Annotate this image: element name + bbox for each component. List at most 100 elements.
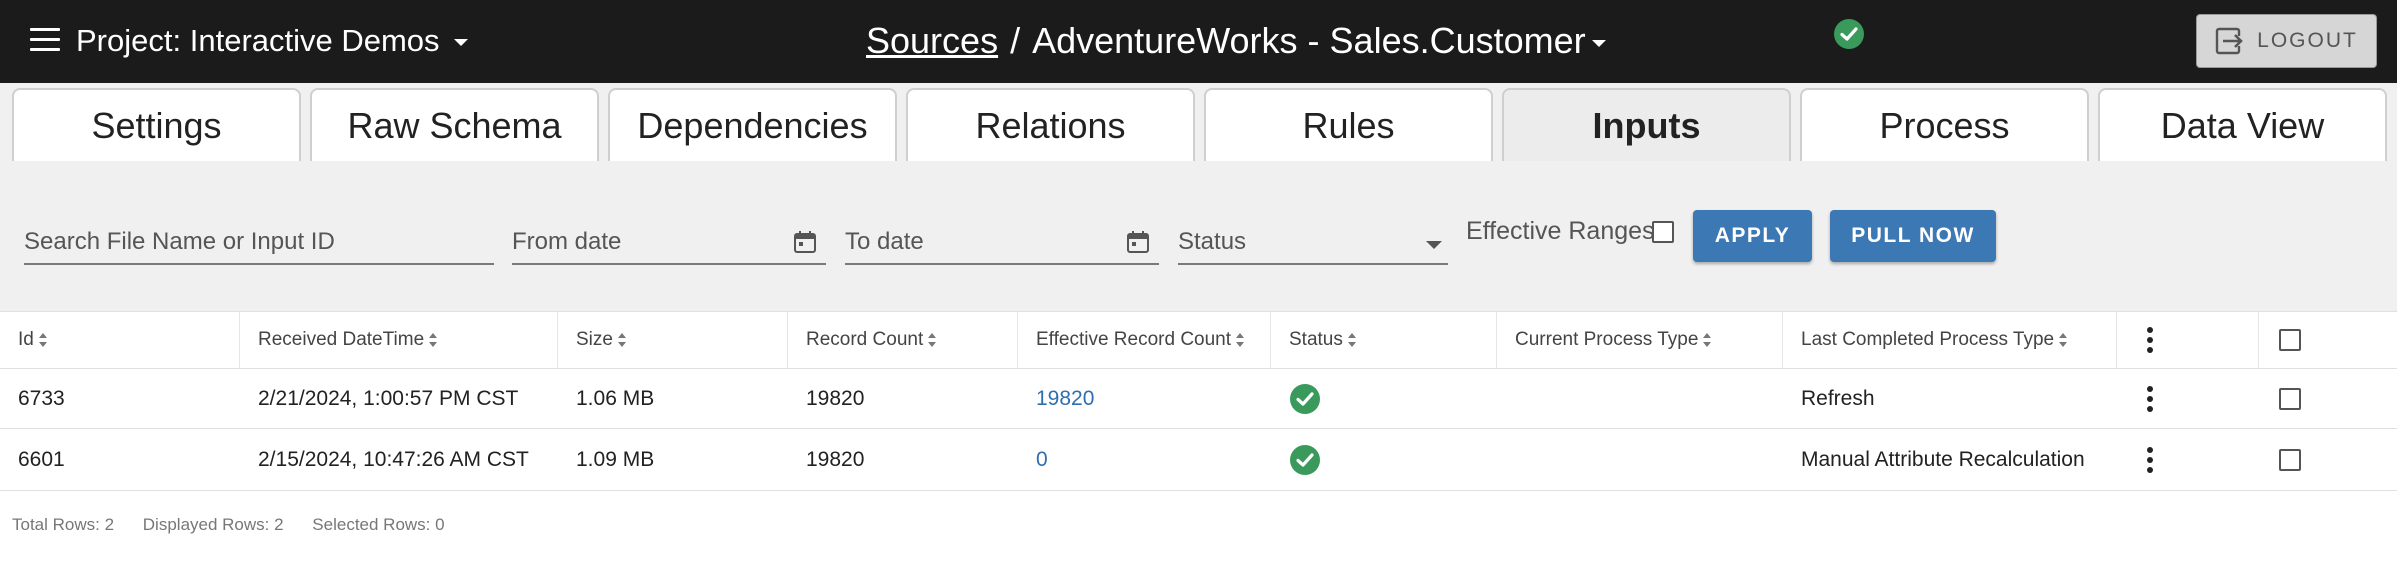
more-vert-icon[interactable] (2147, 385, 2153, 412)
hamburger-menu-icon[interactable] (30, 28, 60, 54)
effective-ranges-label: Effective Ranges (1466, 217, 1655, 245)
table-header-row: Id Received DateTime Size Record Count E… (0, 311, 2397, 369)
row-select (2259, 429, 2301, 490)
cell-received: 2/21/2024, 1:00:57 PM CST (258, 386, 519, 410)
displayed-rows: Displayed Rows: 2 (142, 515, 284, 534)
tab-inputs[interactable]: Inputs (1502, 88, 1791, 161)
tab-raw-schema[interactable]: Raw Schema (310, 88, 599, 161)
cell-last-process-type: Manual Attribute Recalculation (1801, 447, 2085, 471)
row-menu (2117, 369, 2153, 428)
total-rows: Total Rows: 2 (12, 515, 115, 534)
sort-icon (1236, 333, 1245, 347)
cell-id: 6733 (18, 386, 65, 410)
apply-button[interactable]: APPLY (1693, 210, 1812, 262)
column-header-label: Size (576, 329, 613, 350)
column-header-record-count[interactable]: Record Count (788, 312, 1018, 368)
app-header: Project: Interactive Demos Sources / Adven… (0, 0, 2397, 83)
column-header-size[interactable]: Size (558, 312, 788, 368)
cell-current-process-type (1497, 429, 1515, 490)
cell-current-process-type (1497, 369, 1515, 428)
cell-effective-record-count-link[interactable]: 19820 (1018, 369, 1094, 428)
from-date-field[interactable]: From date (512, 221, 826, 265)
cell-size: 1.06 MB (576, 386, 655, 410)
table-footer: Total Rows: 2 Displayed Rows: 2 Selected… (12, 515, 469, 535)
sort-icon (2059, 333, 2068, 347)
check-circle-icon (1834, 19, 1864, 49)
chevron-down-icon (1591, 39, 1606, 47)
filter-bar: Search File Name or Input ID From date T… (0, 161, 2397, 311)
cell-id: 6601 (18, 447, 65, 471)
cell-record-count: 19820 (806, 386, 865, 410)
project-selector[interactable]: Project: Interactive Demos (76, 22, 469, 60)
dataset-selector[interactable]: AdventureWorks - Sales.Customer (1032, 20, 1606, 61)
table-row[interactable]: 6733 2/21/2024, 1:00:57 PM CST 1.06 MB 1… (0, 369, 2397, 429)
column-header-label: Last Completed Process Type (1801, 329, 2055, 350)
tab-data-view[interactable]: Data View (2098, 88, 2387, 161)
select-all-checkbox[interactable] (2279, 329, 2301, 351)
tab-settings[interactable]: Settings (12, 88, 301, 161)
check-circle-icon (1290, 444, 1320, 475)
check-circle-icon (1290, 383, 1320, 414)
breadcrumb-separator: / (1010, 20, 1021, 61)
breadcrumb-sources-link[interactable]: Sources (866, 20, 998, 61)
row-checkbox[interactable] (2279, 387, 2301, 410)
logout-label: LOGOUT (2257, 29, 2358, 52)
chevron-down-icon (454, 39, 469, 47)
more-vert-icon[interactable] (2147, 446, 2153, 473)
dataset-name: AdventureWorks - Sales.Customer (1032, 20, 1586, 61)
cell-status (1271, 429, 1321, 490)
tab-dependencies[interactable]: Dependencies (608, 88, 897, 161)
logout-icon (2215, 27, 2243, 55)
cell-size: 1.09 MB (576, 447, 655, 471)
column-header-label: Record Count (806, 329, 924, 350)
page-title: Sources / AdventureWorks - Sales.Customer (866, 20, 1606, 62)
table-row[interactable]: 6601 2/15/2024, 10:47:26 AM CST 1.09 MB … (0, 429, 2397, 491)
cell-record-count: 19820 (806, 447, 865, 471)
sort-icon (617, 333, 626, 347)
search-input[interactable]: Search File Name or Input ID (24, 221, 494, 265)
sort-icon (928, 333, 937, 347)
sort-icon (1703, 333, 1712, 347)
status-placeholder: Status (1178, 228, 1247, 255)
column-header-label: Effective Record Count (1036, 329, 1232, 350)
column-header-last-completed-process-type[interactable]: Last Completed Process Type (1783, 312, 2117, 368)
row-menu (2117, 429, 2153, 490)
tab-bar: Settings Raw Schema Dependencies Relatio… (0, 83, 2397, 161)
status-select[interactable]: Status (1178, 221, 1448, 265)
column-header-effective-record-count[interactable]: Effective Record Count (1018, 312, 1271, 368)
cell-last-process-type: Refresh (1801, 386, 1875, 410)
column-header-status[interactable]: Status (1271, 312, 1497, 368)
column-header-current-process-type[interactable]: Current Process Type (1497, 312, 1783, 368)
dropdown-arrow-icon (1426, 241, 1442, 249)
logout-button[interactable]: LOGOUT (2196, 14, 2377, 68)
cell-effective-record-count-link[interactable]: 0 (1018, 429, 1048, 490)
effective-ranges-checkbox[interactable] (1652, 221, 1674, 243)
sort-icon (38, 333, 47, 347)
column-header-label: Current Process Type (1515, 329, 1699, 350)
from-date-placeholder: From date (512, 228, 622, 255)
select-all-cell (2259, 312, 2397, 368)
column-header-label: Id (18, 329, 34, 350)
row-select (2259, 369, 2301, 428)
column-header-received[interactable]: Received DateTime (240, 312, 558, 368)
column-menu[interactable] (2117, 312, 2259, 368)
cell-received: 2/15/2024, 10:47:26 AM CST (258, 447, 529, 471)
tab-rules[interactable]: Rules (1204, 88, 1493, 161)
column-header-label: Received DateTime (258, 329, 425, 350)
column-header-label: Status (1289, 329, 1343, 350)
pull-now-button[interactable]: PULL NOW (1830, 210, 1996, 262)
search-placeholder: Search File Name or Input ID (24, 228, 335, 255)
sort-icon (429, 333, 438, 347)
tab-relations[interactable]: Relations (906, 88, 1195, 161)
column-header-id[interactable]: Id (0, 312, 240, 368)
selected-rows: Selected Rows: 0 (312, 515, 445, 534)
project-prefix: Project: (76, 23, 182, 58)
calendar-icon[interactable] (1125, 229, 1151, 255)
tab-process[interactable]: Process (1800, 88, 2089, 161)
to-date-field[interactable]: To date (845, 221, 1159, 265)
cell-status (1271, 369, 1321, 428)
row-checkbox[interactable] (2279, 448, 2301, 471)
more-vert-icon[interactable] (2147, 327, 2153, 353)
calendar-icon[interactable] (792, 229, 818, 255)
to-date-placeholder: To date (845, 228, 924, 255)
